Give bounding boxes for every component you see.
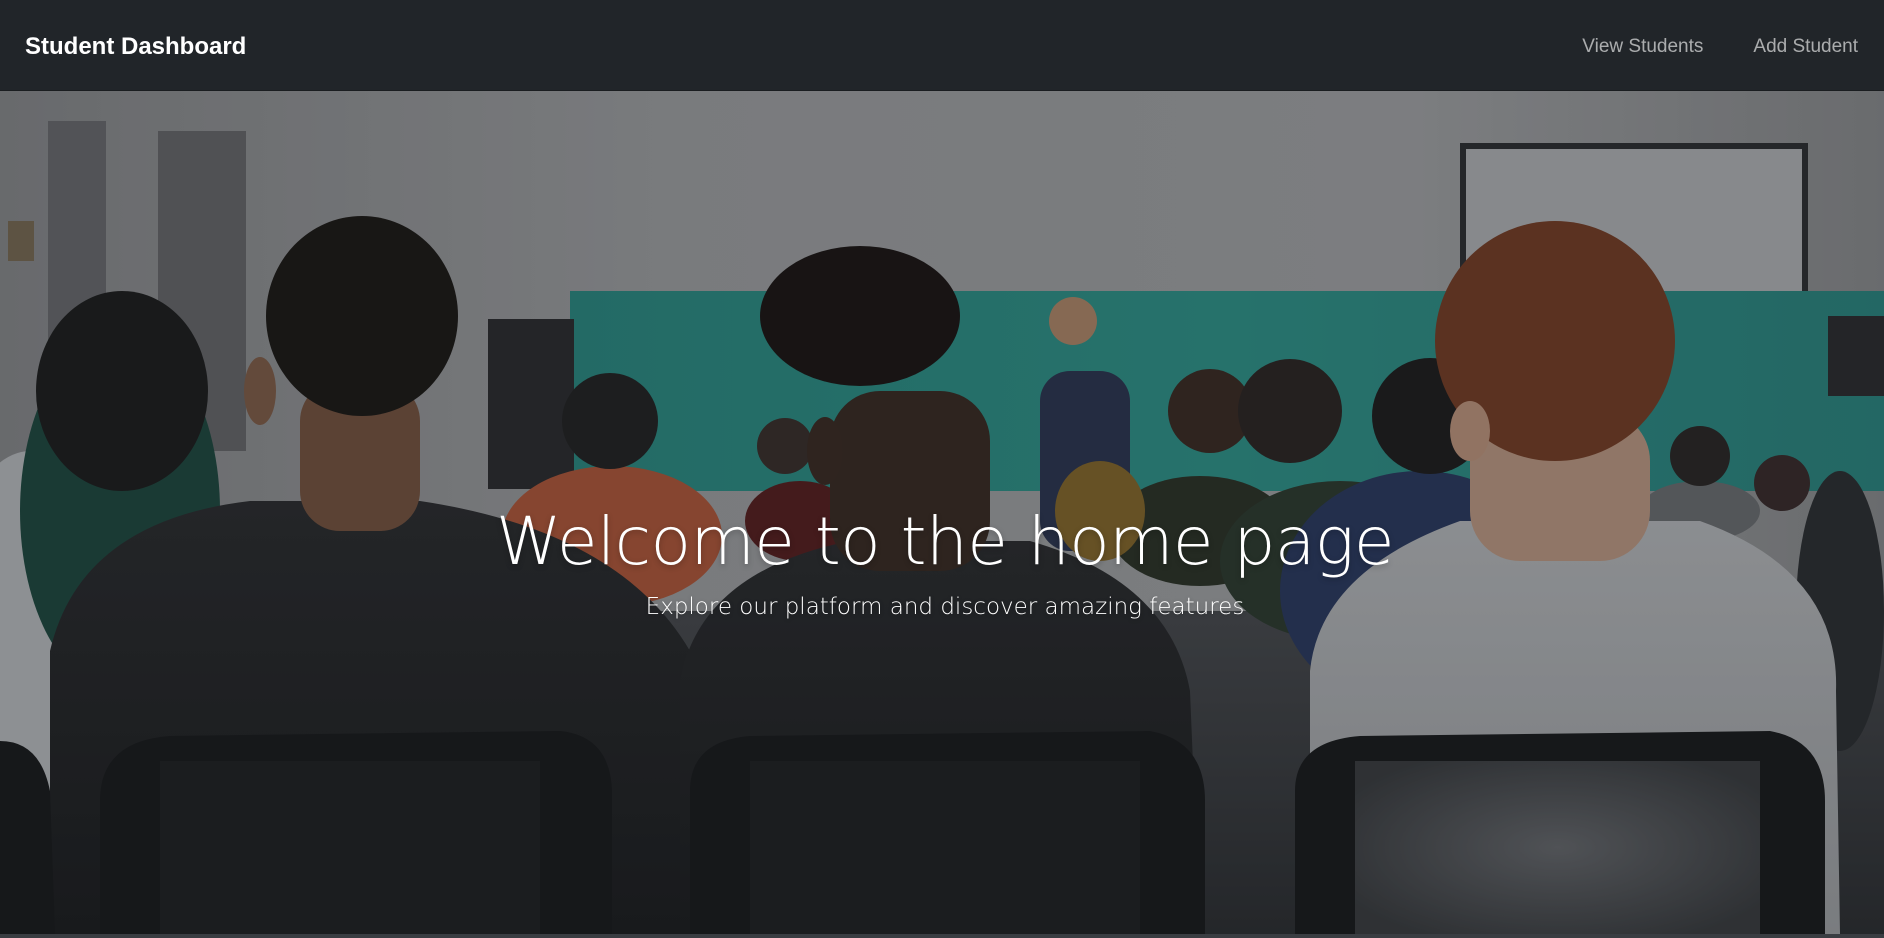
hero-section: Welcome to the home page Explore our pla… [0,91,1884,934]
nav-links: View Students Add Student [1582,35,1858,59]
nav-link-view-students[interactable]: View Students [1582,35,1703,59]
top-navbar: Student Dashboard View Students Add Stud… [0,0,1884,91]
bottom-divider [0,934,1884,938]
brand-link[interactable]: Student Dashboard [25,33,246,61]
hero-subtitle: Explore our platform and discover amazin… [645,594,1245,620]
hero-title: Welcome to the home page [495,503,1395,581]
nav-link-add-student[interactable]: Add Student [1753,35,1858,59]
